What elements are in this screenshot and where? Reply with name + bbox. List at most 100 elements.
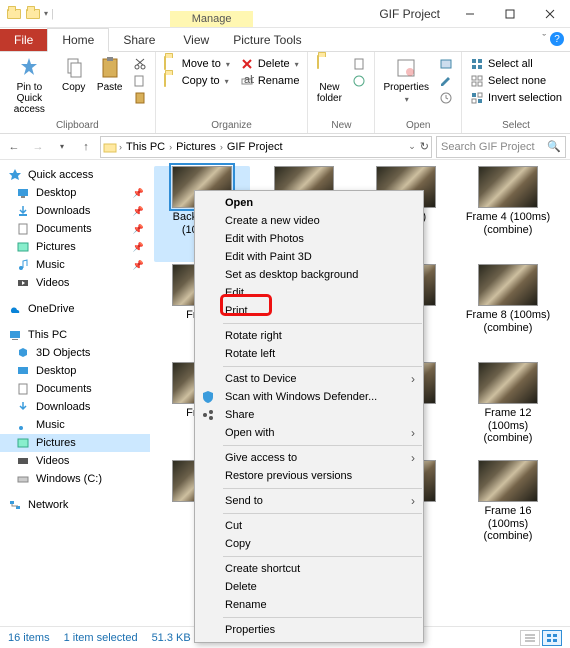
cm-open-with[interactable]: Open with (195, 424, 423, 442)
cm-send-to[interactable]: Send to (195, 492, 423, 510)
cm-rotate-left[interactable]: Rotate left (195, 345, 423, 363)
view-details-button[interactable] (520, 630, 540, 646)
sidebar-item-desktop[interactable]: Desktop📌 (0, 184, 150, 202)
rename-button[interactable]: abRename (236, 73, 304, 89)
context-menu: Open Create a new video Edit with Photos… (194, 190, 424, 643)
maximize-button[interactable] (490, 0, 530, 28)
view-tab[interactable]: View (169, 29, 223, 51)
cm-set-background[interactable]: Set as desktop background (195, 266, 423, 284)
sidebar-item-documents[interactable]: Documents📌 (0, 220, 150, 238)
ribbon-group-select: Select all Select none Invert selection … (462, 52, 570, 133)
cm-copy[interactable]: Copy (195, 535, 423, 553)
new-folder-button[interactable]: New folder (312, 54, 346, 106)
sidebar-network[interactable]: Network (0, 496, 150, 514)
ribbon: Pin to Quick access Copy Paste Clipboard… (0, 52, 570, 134)
cm-restore[interactable]: Restore previous versions (195, 467, 423, 485)
sidebar-item-pictures[interactable]: Pictures📌 (0, 238, 150, 256)
cm-rename[interactable]: Rename (195, 596, 423, 614)
forward-button[interactable]: → (28, 137, 48, 157)
sidebar-quick-access[interactable]: Quick access (0, 166, 150, 184)
sidebar-item-videos[interactable]: Videos (0, 274, 150, 292)
cm-paint3d[interactable]: Edit with Paint 3D (195, 248, 423, 266)
close-button[interactable] (530, 0, 570, 28)
copy-button[interactable]: Copy (57, 54, 91, 95)
address-bar[interactable]: › This PC› Pictures› GIF Project ⌄ ↻ (100, 136, 432, 158)
home-tab[interactable]: Home (47, 28, 109, 52)
picture-tools-tab[interactable]: Picture Tools (223, 29, 311, 51)
manage-tab-label[interactable]: Manage (170, 11, 254, 27)
delete-button[interactable]: Delete▾ (236, 56, 304, 72)
cm-print[interactable]: Print (195, 302, 423, 320)
sidebar-item-music2[interactable]: Music (0, 416, 150, 434)
paste-shortcut-button[interactable] (129, 90, 151, 106)
cm-cast[interactable]: Cast to Device (195, 370, 423, 388)
ribbon-group-new: New folder New (308, 52, 375, 133)
recent-dropdown[interactable]: ▾ (52, 137, 72, 157)
sidebar-item-3dobjects[interactable]: 3D Objects (0, 344, 150, 362)
share-tab[interactable]: Share (109, 29, 169, 51)
quick-access-toolbar: ▾ | (0, 6, 60, 22)
properties-button[interactable]: Properties ▾ (379, 54, 433, 106)
pin-icon: 📌 (133, 242, 144, 253)
search-input[interactable]: Search GIF Project 🔍 (436, 136, 566, 158)
sidebar-item-videos2[interactable]: Videos (0, 452, 150, 470)
address-dropdown-icon[interactable]: ⌄ (408, 141, 416, 152)
folder-icon (103, 140, 117, 154)
file-tab[interactable]: File (0, 29, 47, 51)
view-thumbnails-button[interactable] (542, 630, 562, 646)
new-item-button[interactable] (348, 56, 370, 72)
cm-open[interactable]: Open (195, 194, 423, 212)
sidebar-item-pictures2[interactable]: Pictures (0, 434, 150, 452)
qat-dropdown-icon[interactable]: ▾ (44, 9, 48, 18)
invert-selection-button[interactable]: Invert selection (466, 90, 566, 106)
cm-properties[interactable]: Properties (195, 621, 423, 639)
edit-button[interactable] (435, 73, 457, 89)
thumbnail-item[interactable]: Frame 4 (100ms)(combine) (460, 166, 556, 262)
cm-rotate-right[interactable]: Rotate right (195, 327, 423, 345)
back-button[interactable]: ← (4, 137, 24, 157)
help-icon[interactable]: ? (550, 32, 564, 46)
ribbon-collapse-icon[interactable]: ˇ (542, 33, 546, 45)
cm-new-video[interactable]: Create a new video (195, 212, 423, 230)
crumb-pictures[interactable]: Pictures (174, 141, 218, 153)
sidebar-item-music[interactable]: Music📌 (0, 256, 150, 274)
copy-to-button[interactable]: Copy to▾ (160, 73, 234, 89)
sidebar-item-desktop2[interactable]: Desktop (0, 362, 150, 380)
pin-quick-access-button[interactable]: Pin to Quick access (4, 54, 55, 117)
cm-shortcut[interactable]: Create shortcut (195, 560, 423, 578)
easy-access-button[interactable] (348, 73, 370, 89)
cm-edit-photos[interactable]: Edit with Photos (195, 230, 423, 248)
paste-button[interactable]: Paste (93, 54, 127, 95)
select-all-button[interactable]: Select all (466, 56, 566, 72)
copy-path-button[interactable] (129, 73, 151, 89)
select-none-button[interactable]: Select none (466, 73, 566, 89)
sidebar-item-documents2[interactable]: Documents (0, 380, 150, 398)
documents-icon (16, 222, 30, 236)
thumbnail-item[interactable]: Frame 12(100ms)(combine) (460, 362, 556, 458)
sidebar-onedrive[interactable]: OneDrive (0, 300, 150, 318)
sidebar-thispc[interactable]: This PC (0, 326, 150, 344)
history-button[interactable] (435, 90, 457, 106)
folder-icon[interactable] (25, 6, 41, 22)
sidebar-item-windowsc[interactable]: Windows (C:) (0, 470, 150, 488)
open-button[interactable] (435, 56, 457, 72)
cm-cut[interactable]: Cut (195, 517, 423, 535)
cm-delete[interactable]: Delete (195, 578, 423, 596)
cm-edit[interactable]: Edit (195, 284, 423, 302)
copy-path-icon (133, 74, 147, 88)
svg-text:ab: ab (244, 74, 254, 86)
minimize-button[interactable] (450, 0, 490, 28)
crumb-thispc[interactable]: This PC (124, 141, 167, 153)
cm-defender[interactable]: Scan with Windows Defender... (195, 388, 423, 406)
sidebar-item-downloads[interactable]: Downloads📌 (0, 202, 150, 220)
crumb-folder[interactable]: GIF Project (225, 141, 285, 153)
up-button[interactable]: ↑ (76, 137, 96, 157)
cm-give-access[interactable]: Give access to (195, 449, 423, 467)
sidebar-item-downloads2[interactable]: Downloads (0, 398, 150, 416)
refresh-icon[interactable]: ↻ (420, 140, 429, 153)
thumbnail-item[interactable]: Frame 16(100ms)(combine) (460, 460, 556, 556)
thumbnail-item[interactable]: Frame 8 (100ms)(combine) (460, 264, 556, 360)
cm-share[interactable]: Share (195, 406, 423, 424)
cut-button[interactable] (129, 56, 151, 72)
new-item-icon (352, 57, 366, 71)
